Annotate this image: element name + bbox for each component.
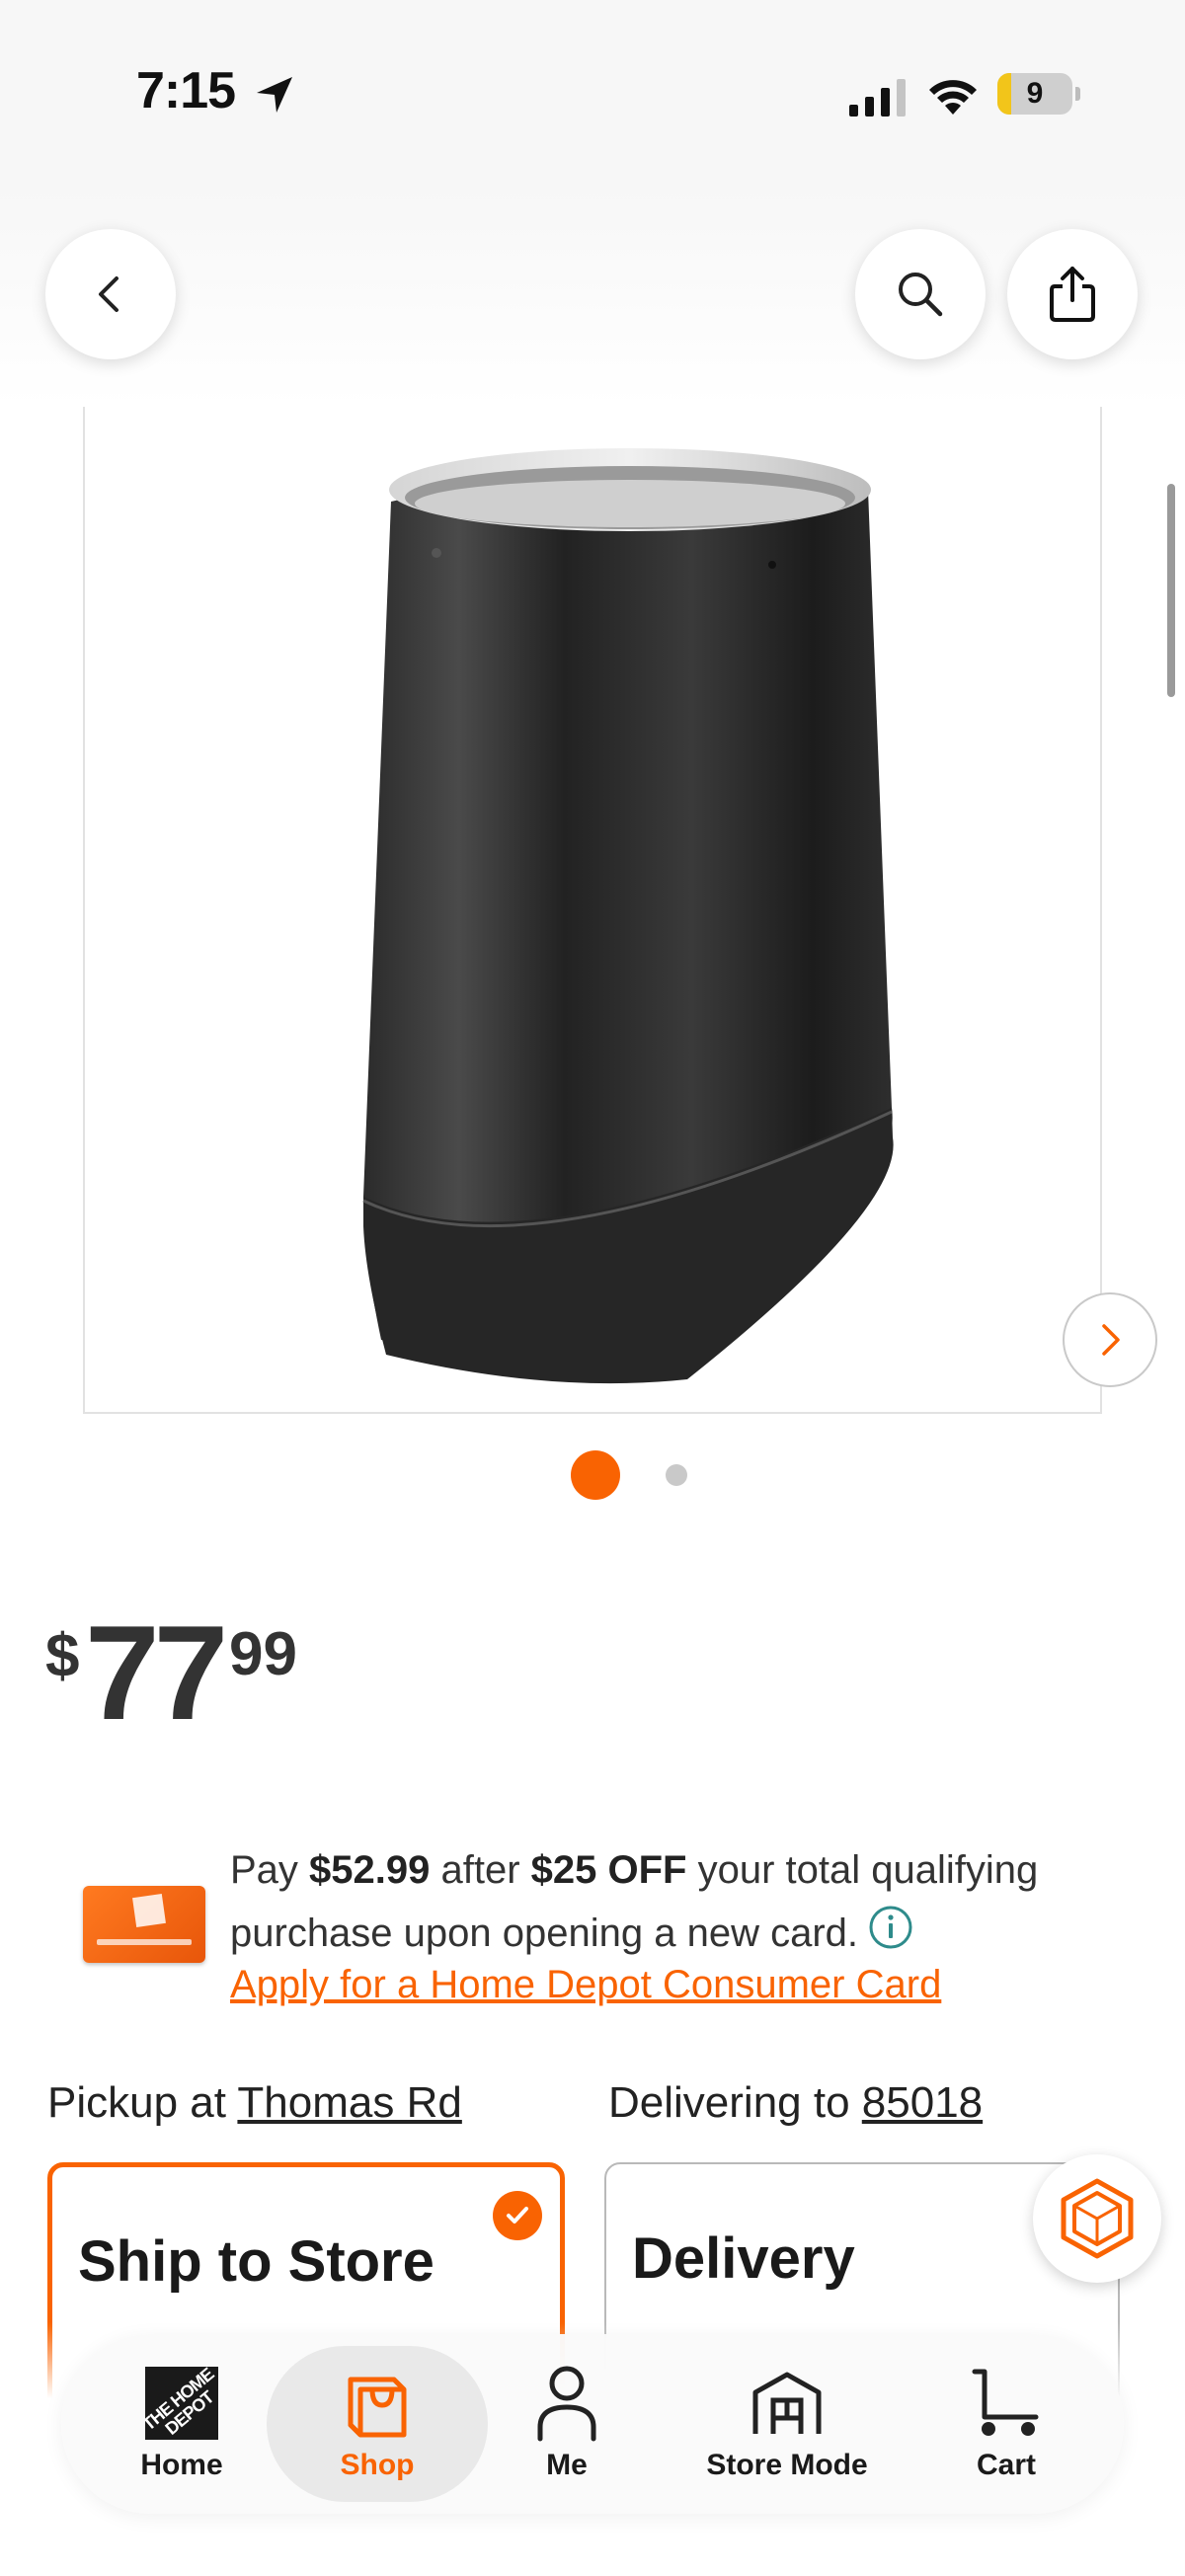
card-logo-icon <box>132 1894 166 1927</box>
nav-me[interactable]: Me <box>508 2334 626 2514</box>
product-image <box>362 448 894 1384</box>
nav-label: Shop <box>340 2449 415 2481</box>
back-button[interactable] <box>45 229 176 359</box>
shop-bag-icon <box>348 2377 407 2438</box>
nav-shop[interactable]: Shop <box>318 2334 436 2514</box>
card-promo-text: Pay $52.99 after $25 OFF your total qual… <box>230 1848 1039 1955</box>
price-currency: $ <box>45 1622 80 1690</box>
nav-label: Me <box>546 2449 588 2481</box>
pagination-dot-active[interactable] <box>571 1450 620 1500</box>
nav-store-mode[interactable]: Store Mode <box>673 2334 901 2514</box>
scroll-indicator[interactable] <box>1167 484 1175 697</box>
image-pagination <box>571 1450 719 1500</box>
price-cents: 99 <box>229 1620 297 1688</box>
promo-discount: $25 OFF <box>530 1848 687 1892</box>
bottom-navigation: THE HOME DEPOT Home Shop Me Store Mode C… <box>61 2334 1124 2514</box>
status-time: 7:15 <box>136 62 236 119</box>
store-icon <box>752 2372 822 2434</box>
search-icon <box>899 273 943 317</box>
credit-card-image <box>83 1886 205 1963</box>
battery-level: 9 <box>1026 77 1044 110</box>
delivery-zip-link[interactable]: 85018 <box>862 2078 983 2127</box>
cellular-signal-icon <box>849 79 906 117</box>
nav-label: Store Mode <box>706 2449 868 2481</box>
promo-price: $52.99 <box>309 1848 431 1892</box>
option-title: Delivery <box>632 2226 855 2291</box>
pickup-store-link[interactable]: Thomas Rd <box>237 2078 461 2127</box>
nav-cart[interactable]: Cart <box>942 2334 1070 2514</box>
product-image-frame[interactable] <box>83 407 1157 1414</box>
location-arrow-icon <box>257 77 292 113</box>
share-icon <box>1050 267 1095 322</box>
nav-home[interactable]: THE HOME DEPOT Home <box>122 2334 241 2514</box>
pagination-dot[interactable] <box>666 1464 687 1486</box>
share-button[interactable] <box>1007 229 1138 359</box>
battery-indicator: 9 <box>997 73 1080 115</box>
chat-assistant-button[interactable] <box>1033 2154 1161 2283</box>
search-button[interactable] <box>855 229 986 359</box>
home-depot-logo-icon: THE HOME DEPOT <box>145 2367 218 2440</box>
status-bar: 7:15 9 <box>0 0 1185 188</box>
nav-label: Home <box>140 2449 223 2481</box>
delivery-location: Delivering to 85018 <box>608 2078 984 2127</box>
cart-icon <box>972 2369 1039 2436</box>
option-title: Ship to Store <box>78 2229 434 2294</box>
pickup-location: Pickup at Thomas Rd <box>47 2078 462 2127</box>
price-dollars: 77 <box>85 1598 228 1748</box>
selected-check-icon <box>493 2191 542 2240</box>
wifi-icon <box>929 80 977 115</box>
nav-label: Cart <box>976 2449 1036 2481</box>
assistant-hexagon-icon <box>1061 2178 1134 2259</box>
info-icon[interactable] <box>868 1905 913 1950</box>
person-icon <box>537 2366 596 2442</box>
next-image-button[interactable] <box>1063 1292 1157 1387</box>
chevron-left-icon <box>99 276 118 312</box>
apply-card-link[interactable]: Apply for a Home Depot Consumer Card <box>230 1963 941 2007</box>
chevron-right-icon <box>1102 1324 1120 1356</box>
